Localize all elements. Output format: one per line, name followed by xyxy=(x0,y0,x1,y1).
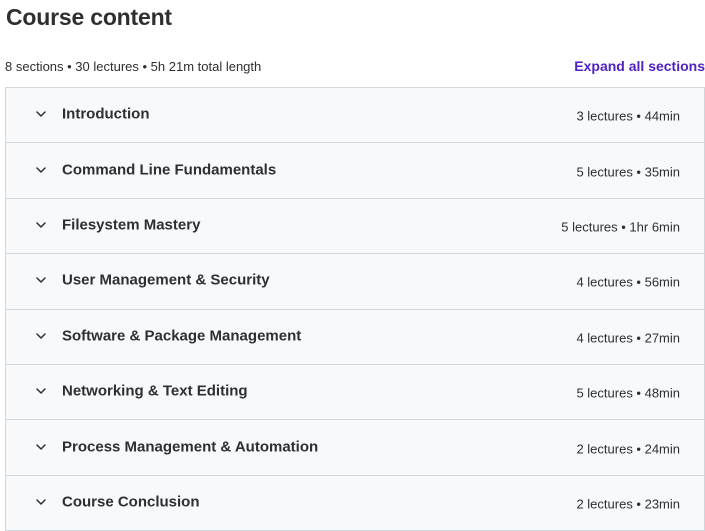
section-meta: 2 lectures • 23min xyxy=(576,496,680,512)
course-content-panel: Course content 8 sections • 30 lectures … xyxy=(0,0,705,531)
section-title: Course Conclusion xyxy=(62,493,200,511)
section-header-6[interactable]: Process Management & Automation 2 lectur… xyxy=(6,420,704,476)
chevron-down-icon xyxy=(35,496,47,508)
section-title: Command Line Fundamentals xyxy=(62,161,277,179)
section-header-7[interactable]: Course Conclusion 2 lectures • 23min xyxy=(6,475,704,531)
section-meta: 5 lectures • 35min xyxy=(576,163,680,179)
section-title: User Management & Security xyxy=(62,272,270,290)
section-header-3[interactable]: User Management & Security 4 lectures • … xyxy=(6,254,704,310)
section-header-0[interactable]: Introduction 3 lectures • 44min xyxy=(6,88,704,144)
chevron-down-icon xyxy=(35,164,47,176)
section-meta: 2 lectures • 24min xyxy=(576,440,680,456)
section-meta: 4 lectures • 27min xyxy=(576,330,680,345)
chevron-down-icon xyxy=(35,330,47,342)
section-meta: 3 lectures • 44min xyxy=(576,108,680,124)
section-list: Introduction 3 lectures • 44min Command … xyxy=(5,87,705,531)
section-meta: 5 lectures • 1hr 6min xyxy=(561,219,680,235)
chevron-down-icon xyxy=(35,441,47,453)
chevron-down-icon xyxy=(35,385,47,397)
section-title: Introduction xyxy=(62,105,150,123)
section-title: Process Management & Automation xyxy=(62,438,319,456)
course-summary-text: 8 sections • 30 lectures • 5h 21m total … xyxy=(5,59,262,74)
section-header-4[interactable]: Software & Package Management 4 lectures… xyxy=(6,309,704,365)
section-header-2[interactable]: Filesystem Mastery 5 lectures • 1hr 6min xyxy=(6,198,704,255)
chevron-down-icon xyxy=(35,219,47,231)
section-header-5[interactable]: Networking & Text Editing 5 lectures • 4… xyxy=(6,364,704,421)
course-summary-row: 8 sections • 30 lectures • 5h 21m total … xyxy=(0,58,705,78)
section-meta: 4 lectures • 56min xyxy=(576,274,680,290)
chevron-down-icon xyxy=(35,274,47,286)
section-title: Filesystem Mastery xyxy=(62,216,201,234)
section-title: Networking & Text Editing xyxy=(62,382,248,400)
expand-all-sections-button[interactable]: Expand all sections xyxy=(574,58,705,74)
section-header-1[interactable]: Command Line Fundamentals 5 lectures • 3… xyxy=(6,143,704,199)
section-meta: 5 lectures • 48min xyxy=(576,385,680,401)
page-title: Course content xyxy=(6,4,172,30)
chevron-down-icon xyxy=(35,108,47,120)
section-title: Software & Package Management xyxy=(62,327,302,345)
